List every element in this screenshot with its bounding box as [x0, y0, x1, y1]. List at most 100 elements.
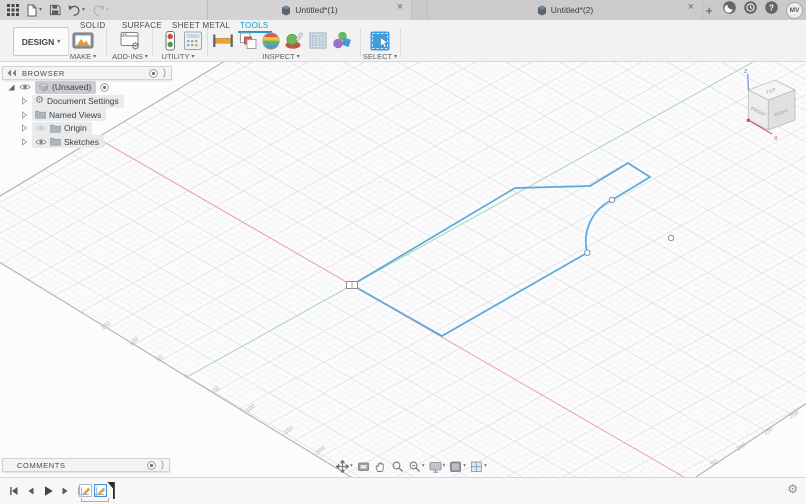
timeline-sketch-feature-1[interactable] [79, 484, 92, 497]
viewports-icon[interactable] [470, 460, 483, 473]
visibility-eye-icon[interactable] [35, 124, 47, 132]
timeline-sketch-feature-2[interactable] [93, 483, 108, 498]
add-ins-group-label[interactable]: ADD-INS ▾ [112, 52, 148, 61]
svg-text:⚙: ⚙ [131, 42, 140, 53]
undo-button[interactable]: ▾ [68, 4, 85, 16]
viewports-tool[interactable]: ▾ [470, 460, 487, 473]
hand-tool[interactable] [374, 460, 387, 473]
workspace-selector[interactable]: DESIGN ▾ [13, 27, 69, 56]
panel-handle-icon[interactable] [163, 68, 167, 78]
skip-start-button[interactable] [8, 484, 20, 502]
collapse-caret-icon[interactable] [8, 84, 15, 91]
tool-caret-icon[interactable]: ▾ [443, 463, 446, 469]
modeling-canvas[interactable]: 150 100 50 0 -50 -100 -150 -200 50 100 150 200 TOP F… [0, 62, 806, 477]
document-tab-2-close-icon[interactable]: × [688, 1, 694, 13]
step-forward-icon [62, 487, 68, 495]
scene-svg[interactable]: 150100500-50-100-150-20050100150200 TOPF… [0, 62, 806, 477]
browser-root-row[interactable]: (Unsaved) [8, 80, 109, 94]
effects-icon[interactable] [449, 460, 462, 473]
document-tab-1-close-icon[interactable]: × [397, 1, 403, 13]
new-tab-button[interactable]: + [705, 4, 713, 17]
fit-tool[interactable] [357, 460, 370, 473]
sketch-feature-icon[interactable] [79, 484, 92, 497]
inspect-draft-analysis-icon[interactable] [282, 29, 306, 53]
display-icon[interactable] [429, 460, 442, 473]
browser-item-document-settings[interactable]: ⚙ Document Settings [21, 94, 124, 108]
expand-caret-icon[interactable] [21, 110, 28, 119]
browser-item-sketches[interactable]: Sketches [21, 135, 104, 148]
visibility-eye-icon[interactable] [19, 83, 31, 91]
browser-panel-header[interactable]: BROWSER [2, 66, 172, 80]
tool-caret-icon[interactable]: ▾ [463, 463, 466, 469]
sketch-point[interactable] [667, 234, 675, 242]
sketch-point[interactable] [608, 196, 616, 204]
select-group-label[interactable]: SELECT ▾ [363, 52, 397, 61]
tool-caret-icon[interactable]: ▾ [350, 463, 353, 469]
sketch-feature-icon[interactable] [93, 483, 108, 498]
fit-icon[interactable] [357, 460, 370, 473]
collapse-panel-icon[interactable] [7, 69, 17, 77]
folder-icon [50, 124, 61, 133]
job-status-button[interactable] [744, 1, 757, 19]
display-tool[interactable]: ▾ [429, 460, 446, 473]
pan-tool[interactable]: ▾ [336, 459, 353, 473]
gear-icon: ⚙ [35, 95, 44, 106]
expand-caret-icon[interactable] [21, 137, 28, 146]
tool-caret-icon[interactable]: ▾ [422, 463, 425, 469]
skip-start-icon [10, 487, 18, 495]
select-button[interactable] [368, 29, 392, 53]
step-back-button[interactable] [25, 484, 37, 502]
redo-button[interactable]: ▾ [92, 4, 109, 16]
zoom-tool[interactable] [391, 460, 404, 473]
document-tab-2[interactable]: Untitled*(2) × [427, 0, 703, 20]
browser-item-origin[interactable]: Origin [21, 121, 92, 135]
zoom-icon[interactable] [391, 460, 404, 473]
zoom-window-tool[interactable]: ▾ [408, 460, 425, 473]
play-button[interactable] [42, 484, 54, 502]
visibility-eye-icon[interactable] [35, 138, 47, 146]
hand-icon[interactable] [374, 460, 387, 473]
navigation-bar: ▾ ▾ ▾ ▾ ▾ [336, 458, 487, 474]
settings-gear-icon[interactable]: ⚙ [787, 482, 798, 496]
fusion-document-icon [282, 5, 291, 15]
inspect-interference-icon[interactable] [236, 29, 260, 53]
make-group-label[interactable]: MAKE ▾ [70, 52, 96, 61]
expand-caret-icon[interactable] [21, 97, 28, 105]
effects-tool[interactable]: ▾ [449, 460, 466, 473]
utility-group-label[interactable]: UTILITY ▾ [162, 52, 195, 61]
pan-icon[interactable] [336, 459, 349, 473]
extensions-button[interactable] [723, 1, 736, 19]
panel-options-icon[interactable] [149, 68, 158, 78]
browser-item-label: Named Views [49, 109, 102, 120]
timeline-position-marker[interactable] [107, 481, 117, 500]
root-component-chip[interactable]: (Unsaved) [35, 80, 97, 94]
step-forward-button[interactable] [59, 484, 71, 502]
file-menu-button[interactable]: ▾ [26, 3, 42, 17]
save-button[interactable] [49, 4, 61, 16]
inspect-component-color-icon[interactable] [330, 29, 354, 53]
inspect-group-label[interactable]: INSPECT ▾ [262, 52, 300, 61]
add-ins-button[interactable]: ⚙ [118, 29, 142, 53]
utility-calculator-icon[interactable] [181, 29, 205, 53]
panel-handle-icon[interactable] [161, 460, 165, 470]
timeline-bar: ⚙ [0, 477, 806, 504]
help-button[interactable]: ? [765, 1, 778, 19]
inspect-zebra-analysis-icon[interactable] [259, 29, 283, 53]
tool-caret-icon[interactable]: ▾ [484, 463, 487, 469]
comments-panel-header[interactable]: COMMENTS [2, 458, 170, 472]
document-tab-1[interactable]: Untitled*(1) × [207, 0, 412, 20]
utility-traffic-light-icon[interactable] [158, 29, 182, 53]
zoom-window-icon[interactable] [408, 460, 421, 473]
ribbon-divider [207, 28, 208, 56]
timeline-playback-controls [8, 484, 88, 502]
inspect-section-analysis-icon[interactable] [306, 29, 330, 53]
expand-caret-icon[interactable] [21, 124, 28, 132]
make-button[interactable] [71, 29, 95, 53]
sketch-point[interactable] [584, 249, 591, 256]
inspect-measure-icon[interactable] [211, 29, 235, 53]
browser-item-named-views[interactable]: Named Views [21, 108, 107, 121]
panel-options-icon[interactable] [147, 460, 156, 470]
user-avatar[interactable]: MV [786, 1, 803, 19]
app-grid-icon[interactable] [7, 4, 19, 16]
activate-radio-icon[interactable] [100, 82, 109, 92]
